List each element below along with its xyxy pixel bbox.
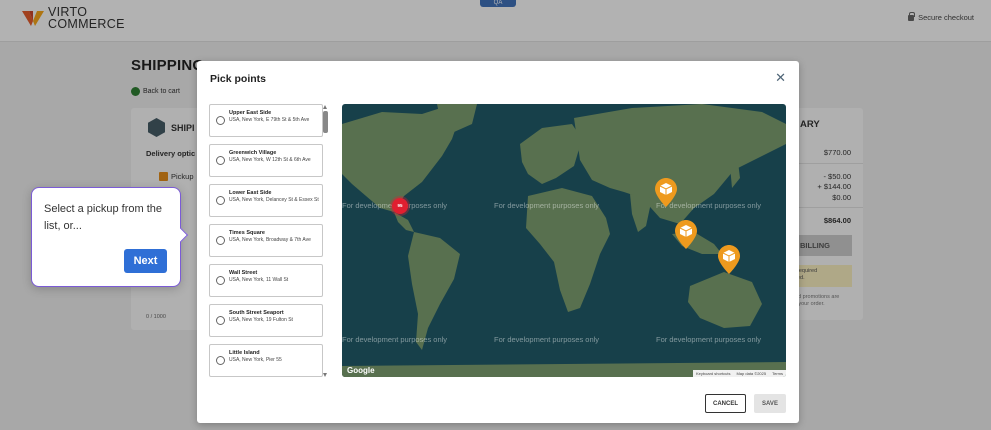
pickup-point-item[interactable]: Greenwich Village USA, New York, W 12th S… — [209, 144, 323, 177]
pickup-marker-icon[interactable] — [655, 178, 677, 207]
map-attribution: Keyboard shortcuts Map data ©2025 Terms — [693, 370, 786, 377]
dev-watermark: For development purposes only — [342, 335, 448, 344]
pickup-marker-icon[interactable] — [718, 245, 740, 274]
close-icon[interactable]: ✕ — [775, 70, 786, 86]
pickup-point-name: Wall Street — [229, 270, 258, 276]
pickup-point-name: Greenwich Village — [229, 150, 277, 156]
dev-watermark: For development purposes only — [656, 335, 762, 344]
terms-link[interactable]: Terms — [772, 371, 783, 376]
pickup-point-name: South Street Seaport — [229, 310, 284, 316]
pickup-point-address: USA, New York, 19 Fulton St — [229, 317, 293, 323]
pickup-point-item[interactable]: Times Square USA, New York, Broadway & 7t… — [209, 224, 323, 257]
scroll-thumb[interactable] — [323, 111, 328, 133]
pickup-point-name: Times Square — [229, 230, 265, 236]
map-data-label: Map data ©2025 — [736, 371, 767, 376]
pickup-point-name: Upper East Side — [229, 110, 272, 116]
pickup-point-address: USA, New York, Broadway & 7th Ave — [229, 237, 311, 243]
list-scrollbar[interactable] — [323, 105, 328, 377]
cancel-button[interactable]: CANCEL — [705, 394, 746, 413]
radio-button[interactable] — [216, 196, 225, 205]
dev-watermark: For development purposes only — [494, 201, 600, 210]
scroll-up-icon[interactable] — [323, 105, 327, 109]
pickup-point-item[interactable]: Wall Street USA, New York, 11 Wall St — [209, 264, 323, 297]
pickup-map[interactable]: For development purposes only For develo… — [342, 104, 786, 377]
save-button[interactable]: SAVE — [754, 394, 786, 413]
pickup-point-item[interactable]: Lower East Side USA, New York, Delancey S… — [209, 184, 323, 217]
tour-popover: Select a pickup from the list, or... Nex… — [31, 187, 181, 287]
scroll-down-icon[interactable] — [323, 373, 327, 377]
radio-button[interactable] — [216, 276, 225, 285]
pickup-points-list[interactable]: Upper East Side USA, New York, E 79th St … — [209, 104, 332, 377]
pickup-point-address: USA, New York, E 79th St & 5th Ave — [229, 117, 310, 123]
radio-button[interactable] — [216, 316, 225, 325]
cluster-marker[interactable]: 95 — [392, 198, 408, 214]
pickup-point-address: USA, New York, W 12th St & 6th Ave — [229, 157, 311, 163]
pickup-point-item[interactable]: Little Island USA, New York, Pier 55 — [209, 344, 323, 377]
pickup-point-name: Little Island — [229, 350, 260, 356]
radio-button[interactable] — [216, 236, 225, 245]
keyboard-shortcuts-link[interactable]: Keyboard shortcuts — [696, 371, 730, 376]
dev-watermark: For development purposes only — [494, 335, 600, 344]
pickup-point-address: USA, New York, Pier 55 — [229, 357, 282, 363]
radio-button[interactable] — [216, 156, 225, 165]
tour-next-button[interactable]: Next — [124, 249, 167, 273]
pickup-point-address: USA, New York, 11 Wall St — [229, 277, 289, 283]
pickup-point-item[interactable]: South Street Seaport USA, New York, 19 Fu… — [209, 304, 323, 337]
radio-button[interactable] — [216, 116, 225, 125]
modal-title: Pick points — [210, 73, 267, 85]
pickup-point-name: Lower East Side — [229, 190, 272, 196]
pickup-marker-icon[interactable] — [675, 220, 697, 249]
pick-points-modal: Pick points ✕ Upper East Side USA, New Yo… — [197, 61, 799, 423]
pickup-point-address: USA, New York, Delancey St & Essex St — [229, 197, 319, 203]
google-logo: Google — [347, 366, 375, 375]
pickup-point-item[interactable]: Upper East Side USA, New York, E 79th St … — [209, 104, 323, 137]
tour-message: Select a pickup from the list, or... — [44, 203, 163, 232]
radio-button[interactable] — [216, 356, 225, 365]
